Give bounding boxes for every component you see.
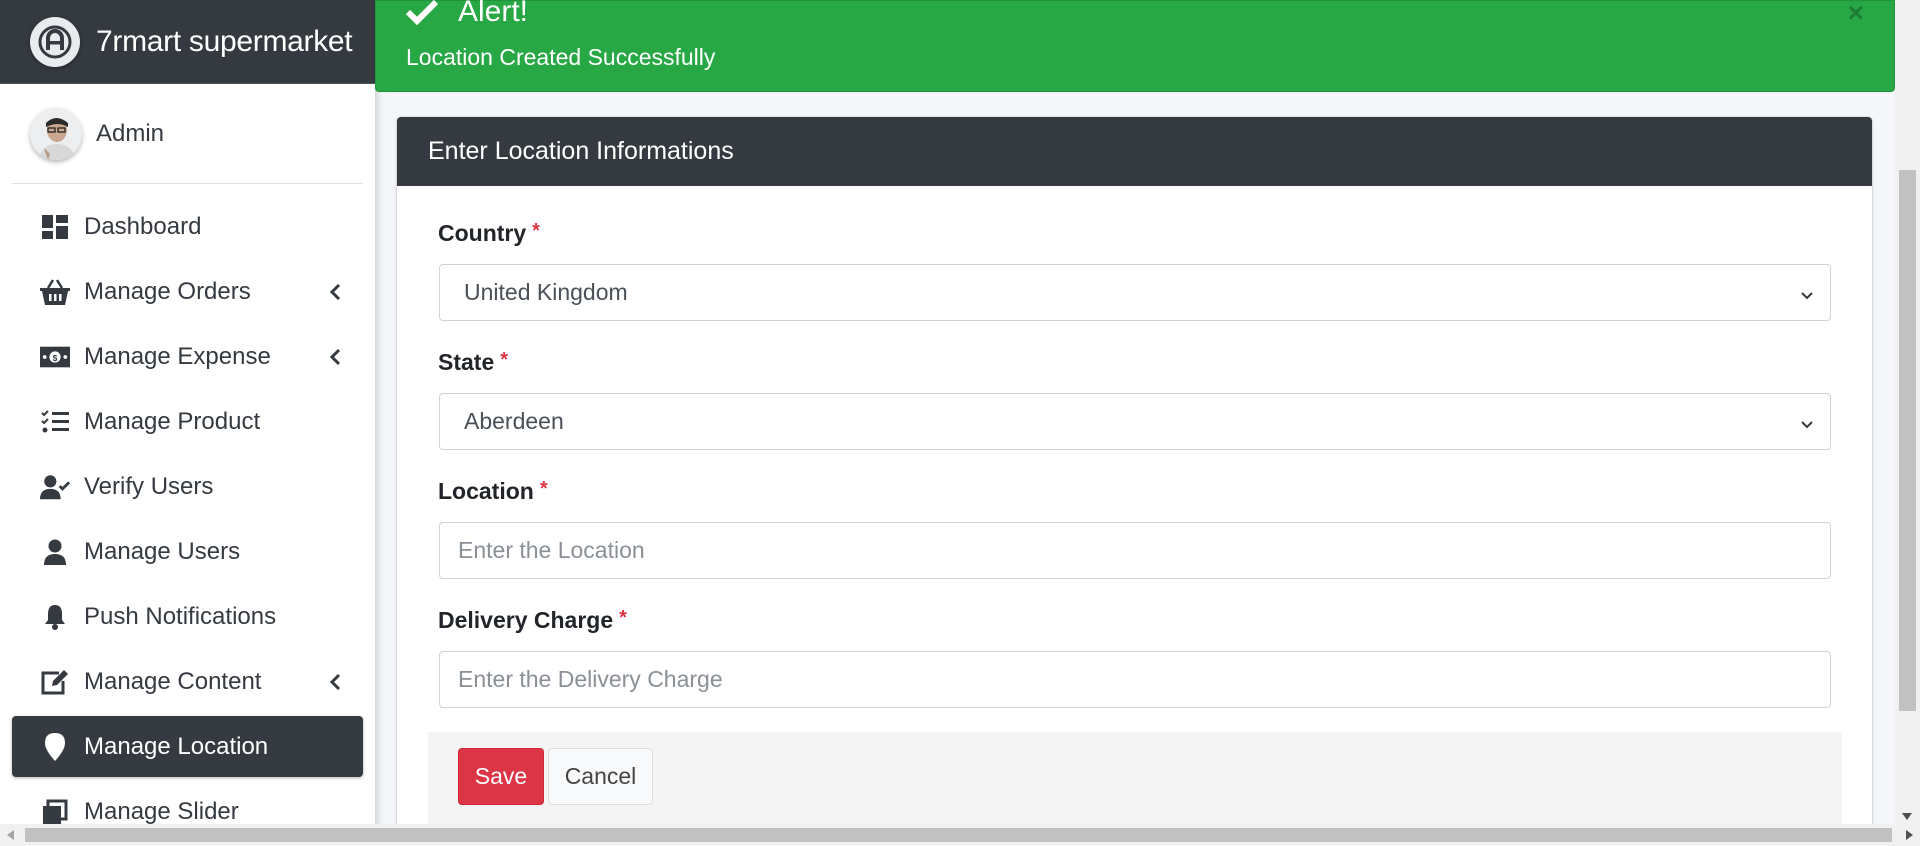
sidebar-item-manage-users[interactable]: Manage Users (12, 521, 363, 582)
slider-icon (40, 797, 70, 827)
sidebar-item-push-notifications[interactable]: Push Notifications (12, 586, 363, 647)
state-group: State * (438, 349, 508, 376)
alert-title: Alert! (406, 0, 528, 29)
sidebar-item-manage-content[interactable]: Manage Content (12, 651, 363, 712)
state-select[interactable]: Aberdeen (439, 393, 1831, 450)
country-label: Country * (438, 220, 540, 246)
sidebar-item-manage-location[interactable]: Manage Location (12, 716, 363, 777)
country-selected-value: United Kingdom (464, 279, 628, 305)
location-group: Location * (438, 478, 548, 505)
country-select[interactable]: United Kingdom (439, 264, 1831, 321)
chevron-down-icon (1798, 412, 1816, 430)
money-bill-icon: $ (40, 342, 70, 372)
dashboard-icon (40, 212, 70, 242)
location-label: Location * (438, 478, 548, 504)
sidebar-item-label: Verify Users (84, 472, 214, 500)
sidebar-item-label: Manage Expense (84, 342, 271, 370)
delivery-charge-input[interactable]: Enter the Delivery Charge (439, 651, 1831, 708)
sidebar-item-label: Manage Location (84, 732, 269, 760)
brand-logo-icon (30, 16, 80, 67)
user-panel[interactable]: Admin (12, 84, 363, 184)
sidebar-item-label: Manage Content (84, 667, 262, 695)
chevron-left-icon (325, 672, 345, 692)
sidebar-item-manage-orders[interactable]: Manage Orders (12, 261, 363, 322)
user-name: Admin (96, 119, 165, 147)
map-marker-icon (40, 732, 70, 762)
required-marker: * (619, 607, 627, 629)
brand-name: 7rmart supermarket (96, 24, 353, 58)
sidebar-nav: Dashboard Manage Orders $ Manage Expense (0, 196, 375, 842)
required-marker: * (539, 478, 548, 500)
scroll-down-arrow-icon[interactable] (1902, 813, 1912, 820)
avatar (30, 107, 82, 160)
sidebar-item-label: Manage Product (84, 407, 261, 435)
horizontal-scrollbar[interactable] (0, 824, 1920, 846)
sidebar-item-manage-product[interactable]: Manage Product (12, 391, 363, 452)
required-marker: * (532, 220, 540, 242)
chevron-left-icon (325, 347, 345, 367)
chevron-down-icon (1798, 283, 1816, 301)
country-group: Country * (438, 220, 540, 247)
alert-message: Location Created Successfully (406, 44, 716, 70)
basket-icon (40, 277, 70, 307)
alert-title-text: Alert! (458, 0, 529, 28)
sidebar-item-label: Push Notifications (84, 602, 277, 630)
tasks-list-icon (40, 407, 70, 437)
save-button[interactable]: Save (458, 748, 544, 805)
location-input[interactable]: Enter the Location (439, 522, 1831, 579)
sidebar-item-dashboard[interactable]: Dashboard (12, 196, 363, 257)
sidebar-item-manage-expense[interactable]: $ Manage Expense (12, 326, 363, 387)
close-icon[interactable]: × (1848, 0, 1864, 29)
edit-icon (40, 667, 70, 697)
scroll-left-arrow-icon[interactable] (7, 830, 14, 840)
sidebar-item-verify-users[interactable]: Verify Users (12, 456, 363, 517)
sidebar: 7rmart supermarket Admin Dashboard Manag… (0, 0, 375, 846)
vertical-scrollbar[interactable] (1895, 0, 1920, 824)
horizontal-scroll-thumb[interactable] (25, 828, 1892, 842)
user-icon (40, 537, 70, 567)
brand-link[interactable]: 7rmart supermarket (0, 0, 375, 84)
user-check-icon (40, 472, 70, 502)
success-alert: Alert! Location Created Successfully × (375, 0, 1895, 92)
state-selected-value: Aberdeen (464, 408, 564, 434)
location-placeholder: Enter the Location (458, 537, 645, 563)
state-label: State * (438, 349, 509, 375)
cancel-button[interactable]: Cancel (548, 748, 653, 805)
sidebar-item-label: Manage Orders (84, 277, 251, 305)
required-marker: * (500, 349, 509, 371)
bell-icon (40, 602, 70, 632)
card-title: Enter Location Informations (397, 117, 1872, 186)
delivery-charge-label: Delivery Charge * (438, 607, 627, 633)
chevron-left-icon (325, 282, 345, 302)
svg-text:$: $ (53, 352, 58, 362)
delivery-charge-group: Delivery Charge * (438, 607, 627, 634)
check-icon (406, 0, 438, 26)
sidebar-item-label: Manage Users (84, 537, 241, 565)
location-form-card: Enter Location Informations Country * Uni… (397, 117, 1872, 846)
sidebar-item-label: Manage Slider (84, 797, 239, 825)
sidebar-item-label: Dashboard (84, 212, 202, 240)
vertical-scroll-thumb[interactable] (1899, 170, 1916, 711)
scroll-right-arrow-icon[interactable] (1906, 830, 1913, 840)
delivery-charge-placeholder: Enter the Delivery Charge (458, 666, 723, 692)
